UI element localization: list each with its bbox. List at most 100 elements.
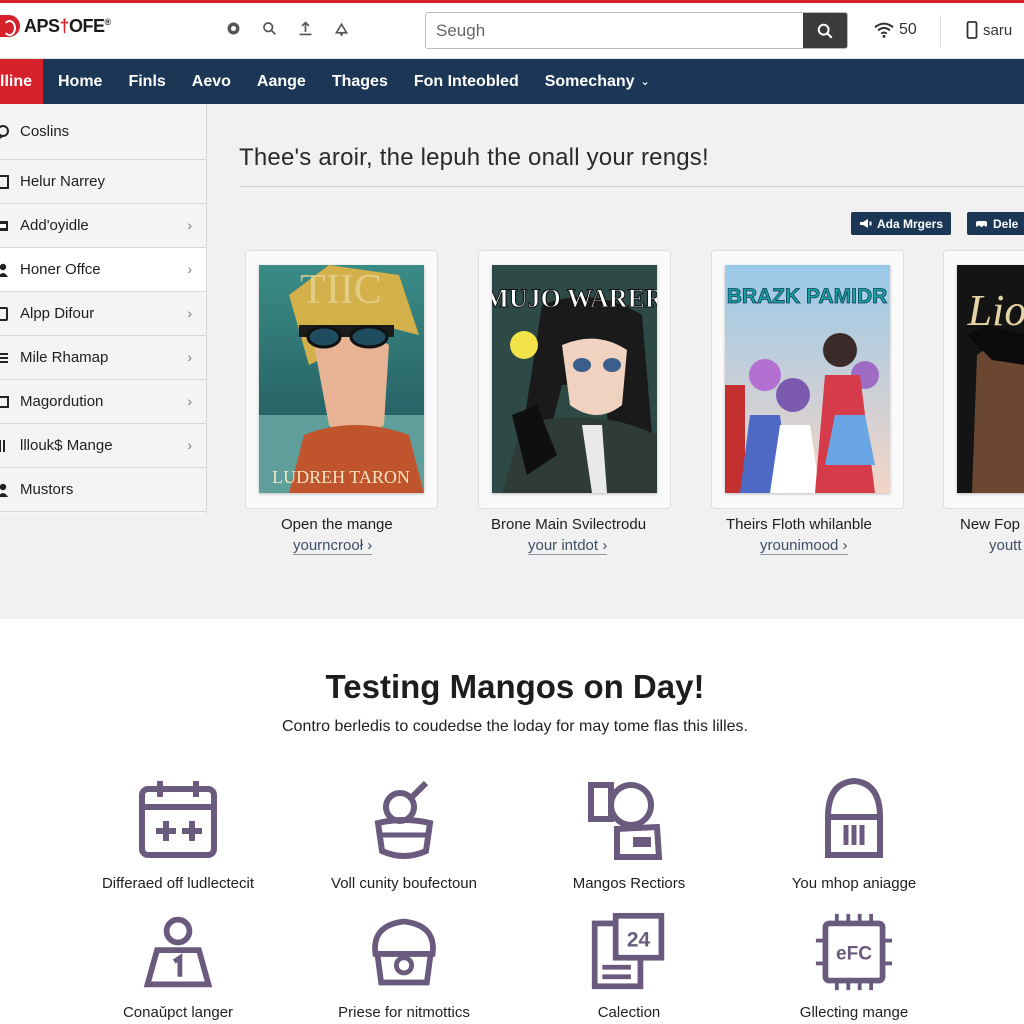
- nav-item-aevo[interactable]: Aevo: [179, 59, 244, 104]
- feature-label: You mhop aniagge: [791, 875, 917, 892]
- nav-item-home[interactable]: Home: [45, 59, 115, 104]
- dele-button[interactable]: Dele: [967, 212, 1024, 235]
- card-link[interactable]: yourncrooł ›: [293, 538, 373, 555]
- manga-card[interactable]: MUJO WARER: [478, 250, 671, 509]
- sidebar-item-magordution[interactable]: Magordution ›: [0, 380, 206, 424]
- feature-label: Conaǔpct langer: [122, 1004, 234, 1021]
- manga-cover-image[interactable]: BRAZK PAMIDR: [725, 265, 890, 493]
- logo[interactable]: APS†OFE®: [0, 15, 111, 37]
- manga-cover-image[interactable]: MUJO WARER: [492, 265, 657, 493]
- header-divider: [940, 15, 941, 47]
- sidebar-item-addoyidle[interactable]: Add'oyidle ›: [0, 204, 206, 248]
- feature-item[interactable]: You mhop aniagge: [744, 777, 964, 892]
- sidebar-item-alpp-difour[interactable]: Alpp Difour ›: [0, 292, 206, 336]
- user-menu[interactable]: saru: [966, 21, 1012, 39]
- feature-label: Calection: [597, 1004, 661, 1021]
- nav-item-somechany[interactable]: Somechany ⌄: [532, 59, 663, 104]
- sidebar-item-mustors[interactable]: Mustors: [0, 468, 206, 512]
- nav-item-lline[interactable]: lline: [0, 59, 43, 104]
- nav-item-fon-inteobled[interactable]: Fon Inteobled: [401, 59, 532, 104]
- megaphone-icon: [860, 219, 872, 228]
- camera-icon: [587, 777, 671, 861]
- card-link[interactable]: your intdot ›: [528, 538, 608, 555]
- cover-top-text: TIIC: [300, 267, 382, 313]
- badge-person-icon: [136, 912, 220, 992]
- user-label: saru: [983, 21, 1013, 39]
- features-title: Testing Mangos on Day!: [325, 668, 705, 705]
- logo-text: APS†OFE®: [24, 15, 111, 36]
- calculator-icon: 24: [587, 912, 671, 992]
- search-icon: [817, 23, 833, 39]
- features-subtitle: Contro berledis to coudedse the loday fo…: [281, 718, 748, 735]
- chevron-right-icon: ›: [187, 261, 192, 277]
- user-icon: [0, 483, 10, 497]
- search-icon[interactable]: [260, 19, 278, 37]
- feature-item[interactable]: Differaed off ludlectecit: [68, 777, 288, 892]
- settings-icon[interactable]: [224, 19, 242, 37]
- manga-card[interactable]: Lio: [943, 250, 1024, 509]
- feature-item[interactable]: Mangos Rectiors: [519, 777, 739, 892]
- bowl-icon: [362, 777, 446, 861]
- nav-item-aange[interactable]: Aange: [244, 59, 319, 104]
- chevron-right-icon: ›: [187, 305, 192, 321]
- folder-icon: [0, 219, 10, 233]
- search-bar: [425, 12, 848, 49]
- device-icon: [0, 306, 10, 321]
- feature-item[interactable]: 24 Calection: [519, 912, 739, 1021]
- page-headline: Thee's aroir, the lepuh the onall your r…: [239, 144, 709, 171]
- card-link[interactable]: youtt: [989, 538, 1022, 554]
- chat-bubble-icon: [0, 124, 10, 139]
- search-button[interactable]: [803, 13, 847, 48]
- feature-item[interactable]: Conaǔpct langer: [68, 912, 288, 1021]
- sidebar: Coslins Helur Narrey Add'oyidle › Honer …: [0, 104, 207, 514]
- upload-icon[interactable]: [296, 19, 314, 37]
- bell-icon[interactable]: [332, 19, 350, 37]
- manga-cover-image[interactable]: Lio: [957, 265, 1024, 493]
- list-icon: [0, 439, 10, 453]
- search-input[interactable]: [426, 13, 803, 48]
- card-title: New Fop: [960, 516, 1021, 533]
- card-link[interactable]: yrounimood ›: [760, 538, 848, 555]
- logo-mark-icon: [0, 15, 20, 37]
- wifi-status[interactable]: 50: [874, 21, 917, 39]
- manga-card[interactable]: TIIC LUDREH TARON: [245, 250, 438, 509]
- chevron-right-icon: ›: [187, 349, 192, 365]
- chevron-right-icon: ›: [187, 393, 192, 409]
- header-icons: [224, 19, 350, 37]
- main-nav: lline Home Finls Aevo Aange Thages Fon I…: [0, 59, 1024, 104]
- chevron-down-icon: ⌄: [640, 76, 650, 88]
- feature-item[interactable]: eFC Gllecting mange: [744, 912, 964, 1021]
- user-icon: [0, 263, 10, 277]
- wifi-value: 50: [899, 21, 917, 38]
- add-mrgers-button[interactable]: Ada Mrgers: [851, 212, 952, 235]
- nav-item-thages[interactable]: Thages: [319, 59, 401, 104]
- cover-title-text: Lio: [967, 286, 1024, 335]
- feature-label: Priese for nitmottics: [338, 1004, 470, 1021]
- headline-divider: [239, 186, 1024, 187]
- calendar-icon: [136, 777, 220, 861]
- feature-label: Gllecting mange: [799, 1004, 909, 1021]
- svg-text:24: 24: [627, 928, 651, 951]
- car-icon: [976, 221, 987, 229]
- sidebar-item-coslins[interactable]: Coslins: [0, 104, 206, 160]
- feature-label: Voll cunity boufectoun: [331, 875, 477, 892]
- card-title: Open the mange: [281, 516, 393, 533]
- list-icon: [0, 174, 10, 189]
- feature-item[interactable]: Priese for nitmottics: [294, 912, 514, 1021]
- sidebar-item-lllouks-mange[interactable]: lllouk$ Mange ›: [0, 424, 206, 468]
- manga-cover-image[interactable]: TIIC LUDREH TARON: [259, 265, 424, 493]
- header: APS†OFE® 50 saru: [0, 3, 1024, 59]
- nav-item-finls[interactable]: Finls: [115, 59, 178, 104]
- chip-icon: eFC: [812, 912, 896, 992]
- manga-card[interactable]: BRAZK PAMIDR: [711, 250, 904, 509]
- chevron-right-icon: ›: [187, 217, 192, 233]
- list-icon: [0, 351, 10, 365]
- device-icon: [0, 395, 10, 409]
- sidebar-item-helur-narrey[interactable]: Helur Narrey: [0, 160, 206, 204]
- helmet-icon: [812, 777, 896, 861]
- chef-icon: [362, 912, 446, 992]
- sidebar-item-honer-offce[interactable]: Honer Offce ›: [0, 248, 206, 292]
- sidebar-item-mile-rhamap[interactable]: Mile Rhamap ›: [0, 336, 206, 380]
- phone-icon: [966, 21, 978, 39]
- feature-item[interactable]: Voll cunity boufectoun: [294, 777, 514, 892]
